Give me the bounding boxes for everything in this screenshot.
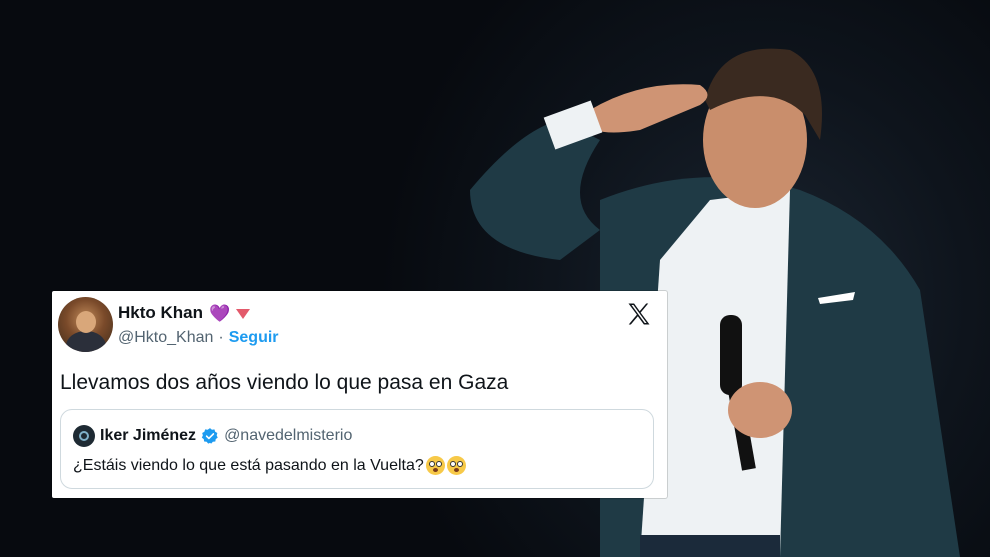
separator-dot: · xyxy=(218,329,224,346)
user-display-name[interactable]: Hkto Khan xyxy=(118,303,203,323)
quoted-user-handle[interactable]: @navedelmisterio xyxy=(224,427,352,445)
tweet-text: Llevamos dos años viendo lo que pasa en … xyxy=(60,371,509,394)
purple-heart-icon: 💜 xyxy=(209,303,231,323)
x-logo-icon[interactable] xyxy=(625,300,653,328)
user-handle[interactable]: @Hkto_Khan xyxy=(118,329,213,347)
tweet-card[interactable]: Hkto Khan 💜 @Hkto_Khan · Seguir Llevamos… xyxy=(52,291,667,498)
user-avatar[interactable] xyxy=(58,297,113,352)
quoted-user-avatar[interactable] xyxy=(73,425,95,447)
quoted-user-display-name[interactable]: Iker Jiménez xyxy=(100,427,196,445)
quoted-tweet-text: ¿Estáis viendo lo que está pasando en la… xyxy=(73,456,424,474)
flushed-face-emoji-icon xyxy=(446,456,466,475)
quoted-tweet[interactable]: Iker Jiménez @navedelmisterio ¿Estáis vi… xyxy=(60,409,654,489)
flushed-face-emoji-icon xyxy=(425,456,445,475)
follow-button[interactable]: Seguir xyxy=(229,329,279,347)
verified-badge-icon xyxy=(201,428,218,444)
red-triangle-icon xyxy=(236,309,251,319)
